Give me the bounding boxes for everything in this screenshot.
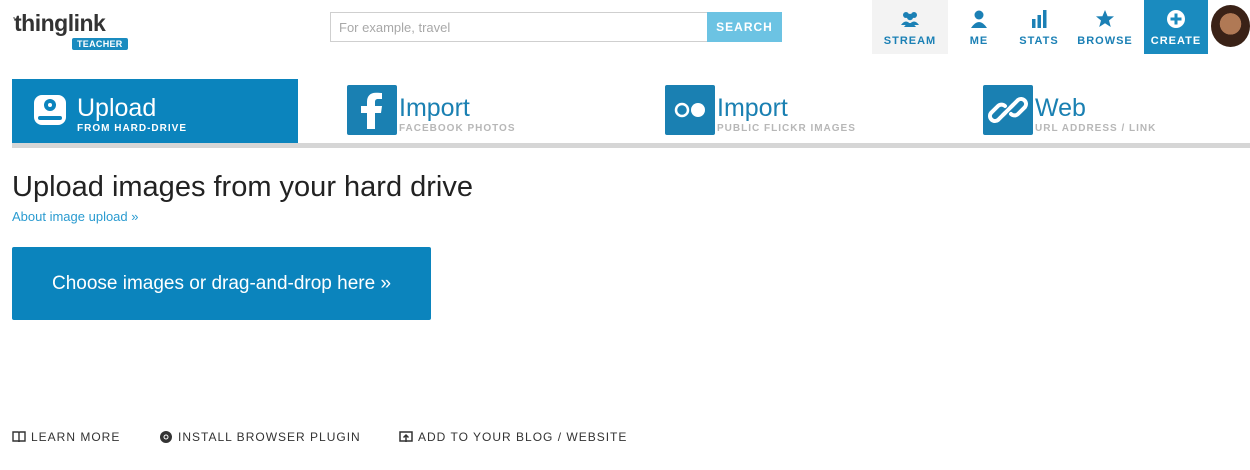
nav-stats[interactable]: STATS	[1010, 0, 1068, 54]
nav-me[interactable]: ME	[954, 0, 1004, 54]
add-to-blog-link[interactable]: ADD TO YOUR BLOG / WEBSITE	[399, 428, 627, 446]
tab-facebook-subtitle: FACEBOOK PHOTOS	[399, 123, 516, 134]
link-icon	[988, 97, 1028, 123]
import-source-tabs: Upload FROM HARD-DRIVE Import FACEBOOK P…	[12, 79, 1250, 149]
tab-upload-subtitle: FROM HARD-DRIVE	[77, 123, 187, 134]
plus-circle-icon	[1167, 10, 1185, 28]
people-icon	[901, 12, 919, 27]
tab-web-title: Web	[1035, 94, 1086, 122]
header: ·· thinglink TEACHER SEARCH STREAM ME ST…	[0, 0, 1250, 56]
bar-chart-icon	[1032, 10, 1047, 28]
tab-web-icon-tile	[983, 85, 1033, 135]
teacher-badge: TEACHER	[72, 38, 128, 50]
nav-create-label: CREATE	[1150, 35, 1202, 47]
tab-web[interactable]: Web URL ADDRESS / LINK	[970, 79, 1250, 143]
flickr-icon	[674, 102, 705, 118]
learn-more-link[interactable]: LEARN MORE	[12, 428, 120, 446]
tab-flickr-icon-tile	[665, 85, 715, 135]
choose-images-button[interactable]: Choose images or drag-and-drop here »	[12, 247, 431, 320]
install-browser-plugin-label: INSTALL BROWSER PLUGIN	[178, 430, 361, 444]
nav-browse[interactable]: BROWSE	[1072, 0, 1138, 54]
tab-flickr-subtitle: PUBLIC FLICKR IMAGES	[717, 123, 856, 134]
star-icon	[1096, 10, 1114, 27]
embed-icon	[399, 431, 413, 442]
thinglink-logo[interactable]: ·· thinglink TEACHER	[12, 8, 132, 52]
tab-flickr-title: Import	[717, 94, 788, 122]
search-button[interactable]: SEARCH	[707, 12, 782, 42]
tab-facebook[interactable]: Import FACEBOOK PHOTOS	[334, 79, 634, 143]
tab-upload-icon-tile	[25, 85, 75, 135]
install-browser-plugin-link[interactable]: INSTALL BROWSER PLUGIN	[159, 428, 361, 446]
tab-facebook-title: Import	[399, 94, 470, 122]
tab-flickr[interactable]: Import PUBLIC FLICKR IMAGES	[652, 79, 952, 143]
tab-facebook-icon-tile	[347, 85, 397, 135]
footer: LEARN MORE INSTALL BROWSER PLUGIN ADD TO…	[12, 428, 712, 446]
nav-stats-label: STATS	[1019, 35, 1059, 47]
person-icon	[971, 10, 987, 28]
nav-stream-label: STREAM	[883, 35, 937, 47]
logo-text: thinglink	[14, 10, 106, 36]
add-to-blog-label: ADD TO YOUR BLOG / WEBSITE	[418, 430, 628, 444]
facebook-icon	[361, 92, 382, 129]
nav-create[interactable]: CREATE	[1144, 0, 1208, 54]
search-input[interactable]	[330, 12, 708, 42]
avatar[interactable]	[1211, 5, 1250, 47]
book-icon	[12, 431, 26, 443]
nav-stream[interactable]: STREAM	[872, 0, 948, 54]
page-title: Upload images from your hard drive	[12, 171, 473, 203]
hard-drive-icon	[34, 95, 66, 125]
search-bar: SEARCH	[330, 12, 782, 42]
about-image-upload-link[interactable]: About image upload »	[12, 209, 138, 224]
tab-upload[interactable]: Upload FROM HARD-DRIVE	[12, 79, 298, 143]
nav-browse-label: BROWSE	[1077, 35, 1133, 47]
learn-more-label: LEARN MORE	[31, 430, 121, 444]
tab-underline	[12, 143, 1250, 148]
chrome-icon	[160, 431, 172, 443]
nav-me-label: ME	[969, 35, 989, 47]
tab-upload-title: Upload	[77, 94, 157, 122]
tab-web-subtitle: URL ADDRESS / LINK	[1035, 123, 1157, 134]
